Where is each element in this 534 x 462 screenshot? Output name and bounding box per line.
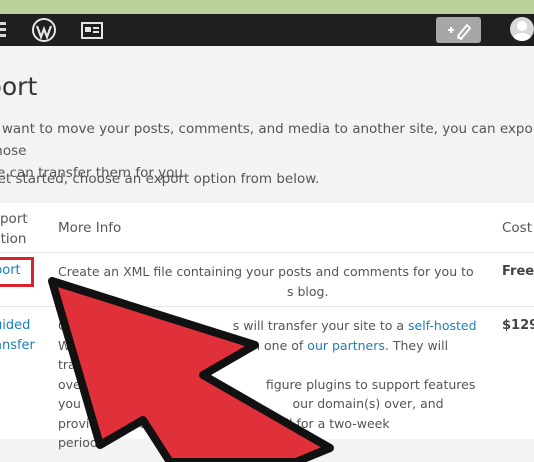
guided-transfer-cost: $129 (502, 318, 534, 333)
guided-desc-frag-b: h one of (252, 337, 308, 353)
row-divider (0, 306, 534, 307)
guided-desc-frag-e: our domain(s) over, and (292, 396, 444, 411)
export-description: Create an XML file containing your posts… (58, 262, 498, 301)
row-divider (0, 252, 534, 253)
browser-top-strip (0, 0, 534, 14)
user-icon (513, 21, 531, 41)
guided-desc-frag-g: install for a two-week (255, 415, 390, 431)
guided-line-1: uided (0, 318, 31, 333)
menu-icon[interactable] (0, 22, 6, 38)
guided-desc-line-2: Word (58, 337, 91, 353)
guided-desc-line-3: over all y (58, 376, 116, 392)
guided-desc-frag-d: figure plugins to support features (265, 376, 476, 392)
our-partners-link[interactable]: our partners (307, 338, 385, 353)
guided-desc-line-5: provide suppo (58, 415, 147, 431)
column-header-export-option: xport ption (0, 209, 36, 249)
self-hosted-link[interactable]: self-hosted (408, 318, 477, 333)
guided-desc-line-6: period. (58, 435, 102, 450)
export-cost: Free (502, 264, 534, 279)
wordpress-logo-icon[interactable] (32, 18, 56, 42)
new-post-button[interactable] (436, 17, 481, 43)
column-header-cost: Cost (502, 220, 533, 236)
intro-line-1: u want to move your posts, comments, and… (0, 121, 534, 159)
hint-text: get started, choose an export option fro… (0, 171, 320, 187)
avatar[interactable] (510, 17, 534, 41)
header-export-line-2: ption (0, 231, 27, 247)
page-title: port (0, 72, 38, 101)
reader-icon[interactable] (81, 22, 103, 39)
write-icon (448, 23, 472, 41)
guided-desc-line-4: you have u (58, 396, 128, 411)
export-highlight-box (0, 257, 34, 287)
header-export-line-1: xport (0, 211, 28, 227)
column-header-more-info: More Info (58, 220, 122, 236)
export-desc-line-2: s blog. (287, 283, 329, 299)
export-desc-line-1: Create an XML file containing your posts… (58, 264, 474, 279)
guided-transfer-link[interactable]: uided ansfer (0, 316, 54, 356)
guided-line-2: ansfer (0, 338, 35, 353)
guided-desc-frag-f: new W (152, 415, 196, 431)
guided-desc-frag-a: s will transfer your site to a (232, 318, 408, 333)
guided-transfer-description: On s will transfer your site to a self-ho… (58, 316, 498, 453)
admin-bar (0, 14, 534, 46)
guided-desc-line-1: On (58, 318, 76, 333)
